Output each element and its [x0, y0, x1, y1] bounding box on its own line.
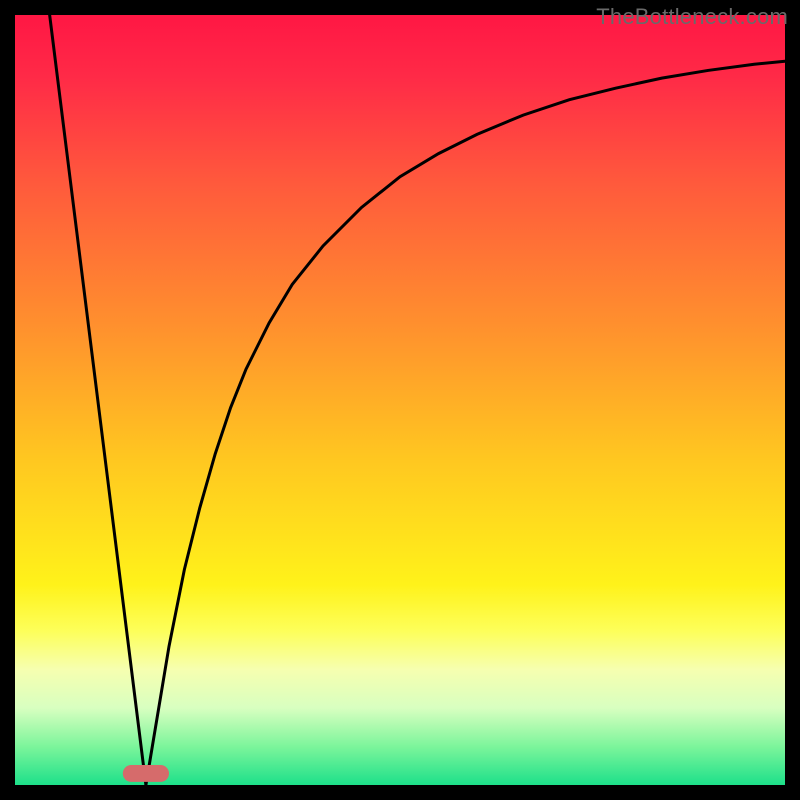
watermark-text: TheBottleneck.com	[596, 4, 788, 30]
optimum-marker	[123, 765, 169, 782]
chart-frame	[15, 15, 785, 785]
chart-svg	[15, 15, 785, 785]
